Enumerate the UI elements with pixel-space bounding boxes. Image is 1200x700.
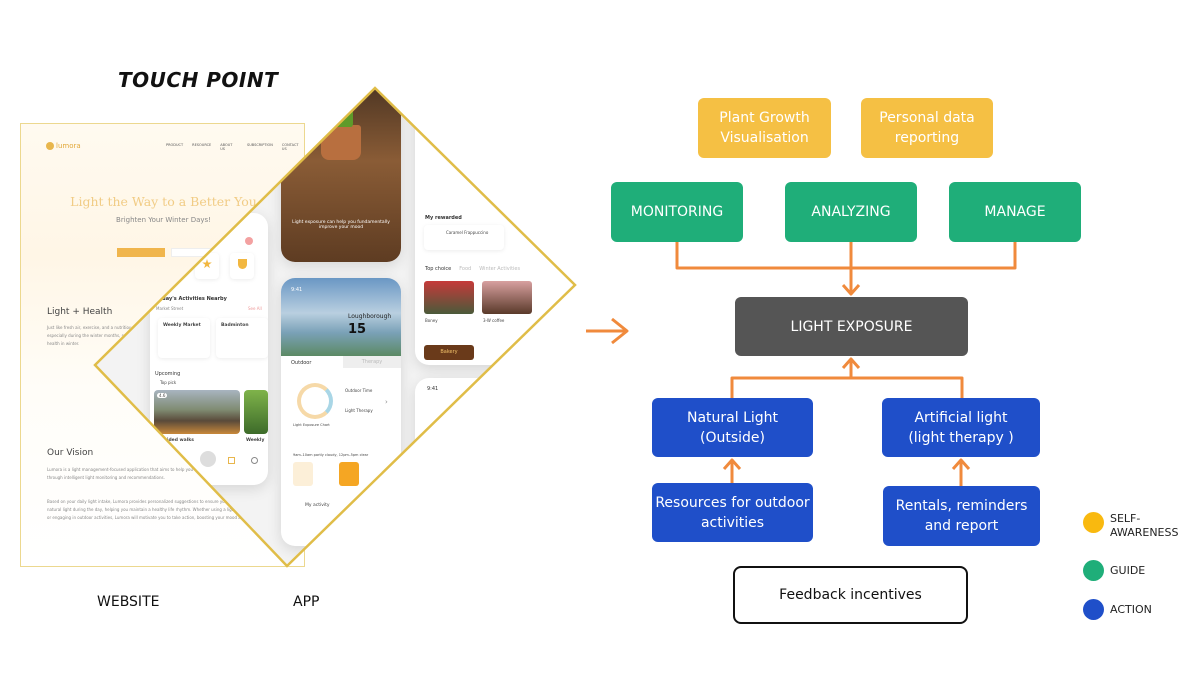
arrow-right-icon	[586, 317, 629, 345]
monitoring-box: MONITORING	[611, 182, 743, 242]
analyzing-box: ANALYZING	[785, 182, 917, 242]
outdoor-resources-box: Resources for outdoor activities	[652, 483, 813, 542]
connectors	[586, 242, 1017, 486]
feedback-incentives-box: Feedback incentives	[733, 566, 968, 624]
arrow-up-icon	[951, 458, 971, 486]
guide-connector	[675, 242, 1017, 292]
legend-swatch	[1083, 560, 1104, 581]
action-connector	[730, 361, 964, 398]
legend-swatch	[1083, 599, 1104, 620]
legend-action: ACTION	[1083, 599, 1152, 620]
legend-guide: GUIDE	[1083, 560, 1145, 581]
legend-swatch	[1083, 512, 1104, 533]
personal-data-box: Personal data reporting	[861, 98, 993, 158]
arrow-up-icon	[722, 458, 742, 483]
plant-growth-box: Plant Growth Visualisation	[698, 98, 831, 158]
rentals-box: Rentals, reminders and report	[883, 486, 1040, 546]
natural-light-box: Natural Light (Outside)	[652, 398, 813, 457]
light-exposure-box: LIGHT EXPOSURE	[735, 297, 968, 356]
legend-self-awareness: SELF-AWARENESS	[1083, 512, 1190, 540]
artificial-light-box: Artificial light (light therapy )	[882, 398, 1040, 457]
manage-box: MANAGE	[949, 182, 1081, 242]
